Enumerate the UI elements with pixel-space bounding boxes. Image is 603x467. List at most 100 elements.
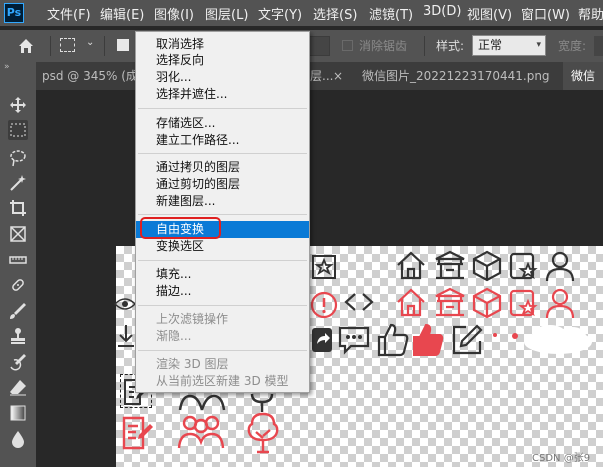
tab-wechat-image[interactable]: 微信图片_20221223170441.png× bbox=[362, 62, 557, 90]
menu-help[interactable]: 帮助 bbox=[578, 4, 603, 23]
tab-active[interactable]: 微信 bbox=[563, 62, 603, 90]
thumbs-up-icon bbox=[377, 323, 409, 357]
share-icon bbox=[312, 328, 332, 352]
menu-item-feather[interactable]: 羽化... bbox=[136, 69, 309, 86]
menu-item-select-and-mask[interactable]: 选择并遮住... bbox=[136, 86, 309, 103]
annotation-highlight-box bbox=[140, 217, 221, 239]
user-outline-icon bbox=[545, 251, 575, 282]
thumbs-up-red-icon bbox=[413, 323, 444, 356]
menu-separator bbox=[138, 305, 307, 306]
lasso-tool-icon[interactable] bbox=[8, 148, 28, 168]
star-badge-red-icon bbox=[509, 289, 538, 317]
tab-label: 微信图片_20221223170441.png bbox=[362, 69, 550, 83]
menu-item-fill[interactable]: 填充... bbox=[136, 266, 309, 283]
options-divider bbox=[104, 36, 105, 56]
menu-file[interactable]: 文件(F) bbox=[47, 4, 91, 23]
menu-image[interactable]: 图像(I) bbox=[154, 4, 194, 23]
menu-layer[interactable]: 图层(L) bbox=[205, 4, 248, 23]
group-users-red-icon bbox=[177, 415, 225, 449]
photoshop-logo-icon: Ps bbox=[4, 3, 24, 23]
menu-filter[interactable]: 滤镜(T) bbox=[369, 4, 413, 23]
menu-item-deselect[interactable]: 取消选择 bbox=[136, 36, 309, 53]
menu-separator bbox=[138, 214, 307, 215]
frame-tool-icon[interactable] bbox=[8, 224, 28, 244]
menu-separator bbox=[138, 350, 307, 351]
chat-bubble-icon bbox=[338, 326, 370, 355]
menu-type[interactable]: 文字(Y) bbox=[258, 4, 302, 23]
menu-item-transform-selection[interactable]: 变换选区 bbox=[136, 238, 309, 255]
menu-view[interactable]: 视图(V) bbox=[467, 4, 512, 23]
menu-item-last-filter: 上次滤镜操作 bbox=[156, 312, 229, 326]
menu-3d[interactable]: 3D(D) bbox=[423, 4, 461, 19]
move-tool-icon[interactable] bbox=[8, 95, 28, 115]
small-dot-icon bbox=[493, 333, 497, 337]
user-red-icon bbox=[545, 288, 575, 319]
menu-separator bbox=[138, 108, 307, 109]
menu-item-inverse[interactable]: 选择反向 bbox=[136, 52, 309, 69]
collapse-icon[interactable]: » bbox=[4, 62, 9, 72]
style-value: 正常 bbox=[478, 38, 503, 52]
temple-icon bbox=[435, 250, 465, 280]
options-divider bbox=[50, 36, 51, 56]
cube-icon bbox=[472, 250, 502, 282]
blur-tool-icon[interactable] bbox=[8, 429, 28, 449]
eraser-tool-icon[interactable] bbox=[8, 377, 28, 397]
menu-separator bbox=[138, 153, 307, 154]
group-users-icon bbox=[178, 394, 226, 411]
width-input[interactable] bbox=[594, 36, 603, 56]
home-outline-icon bbox=[397, 251, 425, 280]
feather-input[interactable] bbox=[308, 36, 330, 56]
tab-label: psd @ 345% (成功 bbox=[42, 69, 136, 83]
rect-marquee-preset-icon[interactable] bbox=[60, 38, 75, 52]
document-tabs: psd @ 345% (成功 层... × 微信图片_2022122317044… bbox=[36, 62, 603, 90]
menu-item-layer-via-cut[interactable]: 通过剪切的图层 bbox=[136, 176, 309, 193]
stamp-tool-icon[interactable] bbox=[8, 326, 28, 346]
red-dot-icon bbox=[512, 333, 518, 339]
document-edit-red-icon bbox=[122, 416, 153, 450]
chevrons-icon bbox=[344, 293, 374, 311]
style-select[interactable]: 正常 ▾ bbox=[472, 35, 546, 56]
history-brush-tool-icon[interactable] bbox=[8, 352, 28, 372]
menu-bar: Ps 文件(F) 编辑(E) 图像(I) 图层(L) 文字(Y) 选择(S) 滤… bbox=[0, 0, 603, 26]
menu-item-layer-via-copy[interactable]: 通过拷贝的图层 bbox=[136, 159, 309, 176]
menu-item-render-3d-layer: 渲染 3D 图层 bbox=[156, 357, 229, 371]
select-menu-dropdown: 取消选择 选择反向 羽化... 选择并遮住... 存储选区... 建立工作路径.… bbox=[135, 31, 310, 393]
cloud-blob-icon bbox=[524, 325, 592, 354]
menu-item-fade: 渐隐... bbox=[156, 329, 192, 343]
menu-item-save-selection[interactable]: 存储选区... bbox=[136, 115, 309, 132]
ruler-tool-icon[interactable] bbox=[8, 250, 28, 270]
marquee-tool[interactable] bbox=[8, 120, 28, 140]
menu-item-stroke[interactable]: 描边... bbox=[136, 283, 309, 300]
edit-icon bbox=[452, 324, 483, 355]
menu-edit[interactable]: 编辑(E) bbox=[100, 4, 144, 23]
home-icon[interactable] bbox=[18, 38, 34, 54]
tab-close-icon[interactable]: × bbox=[333, 62, 347, 90]
menu-item-new-layer[interactable]: 新建图层... bbox=[136, 193, 309, 210]
cube-red-icon bbox=[472, 287, 502, 319]
menu-window[interactable]: 窗口(W) bbox=[521, 4, 570, 23]
crop-tool-icon[interactable] bbox=[8, 198, 28, 218]
menu-select[interactable]: 选择(S) bbox=[313, 4, 357, 23]
tree-red-icon bbox=[247, 412, 279, 454]
chevron-down-icon[interactable]: ⌄ bbox=[86, 37, 94, 48]
eye-icon bbox=[114, 298, 136, 310]
star-badge-icon bbox=[509, 252, 538, 280]
watermark-text: CSDN @张9 bbox=[532, 453, 591, 464]
brush-tool-icon[interactable] bbox=[8, 301, 28, 321]
menu-item-make-work-path[interactable]: 建立工作路径... bbox=[136, 132, 309, 149]
magic-wand-tool-icon[interactable] bbox=[8, 173, 28, 193]
healing-brush-tool-icon[interactable] bbox=[8, 275, 28, 295]
tab-label: 层... bbox=[310, 69, 334, 83]
new-selection-icon[interactable] bbox=[117, 39, 129, 51]
gradient-tool-icon[interactable] bbox=[8, 403, 28, 423]
antialias-label: 消除锯齿 bbox=[359, 39, 408, 53]
home-red-icon bbox=[397, 288, 425, 317]
antialias-checkbox[interactable] bbox=[342, 40, 353, 51]
width-label: 宽度: bbox=[558, 39, 587, 53]
tab-psd[interactable]: psd @ 345% (成功 bbox=[36, 62, 136, 90]
chevron-down-icon: ▾ bbox=[536, 40, 541, 50]
menu-item-new-3d-from-selection: 从当前选区新建 3D 模型 bbox=[156, 374, 289, 388]
tools-panel: » bbox=[0, 62, 36, 467]
alert-circle-icon bbox=[310, 291, 338, 319]
options-divider bbox=[424, 36, 425, 56]
